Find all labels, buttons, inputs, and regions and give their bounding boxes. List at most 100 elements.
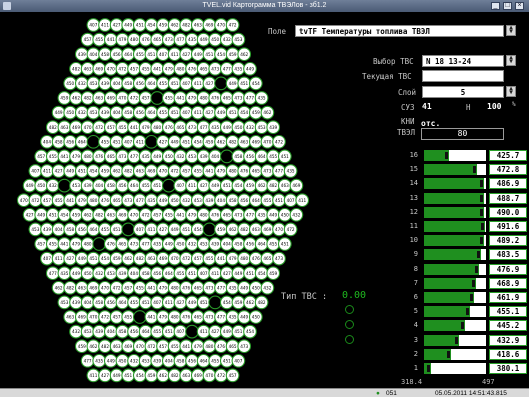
cell-label: 469 <box>252 139 260 144</box>
cell-label: 480 <box>176 66 184 71</box>
cell-label: 470 <box>159 169 167 174</box>
cell-label: 462 <box>124 256 132 261</box>
cell-label: 457 <box>37 154 45 159</box>
cell-label: 458 <box>101 52 109 57</box>
fuel-assembly-cartogram[interactable]: 407 411 427 449 451 454 459 462 482 463 469 470 4724… <box>0 12 330 392</box>
cell-label: 462 <box>72 96 80 101</box>
cell-label: 463 <box>84 66 92 71</box>
layer-value: 461.9 <box>489 292 527 303</box>
empty-cell[interactable] <box>92 237 107 251</box>
cell-label: 459 <box>269 271 277 276</box>
cell-label: 476 <box>107 242 115 247</box>
cell-label: 479 <box>194 344 202 349</box>
empty-cell[interactable] <box>121 222 136 237</box>
empty-cell[interactable] <box>214 76 228 91</box>
empty-cell[interactable] <box>219 149 234 164</box>
cell-label: 411 <box>194 110 202 115</box>
empty-cell[interactable] <box>185 324 199 339</box>
cell-label: 432 <box>223 37 231 42</box>
cell-label: 480 <box>89 198 97 203</box>
legend-marker-1 <box>345 305 354 314</box>
maximize-button[interactable]: □ <box>503 2 512 10</box>
cell-label: 469 <box>107 96 115 101</box>
cell-label: 449 <box>223 329 231 334</box>
cell-label: 451 <box>182 227 190 232</box>
cell-label: 455 <box>205 256 213 261</box>
cell-label: 450 <box>37 183 45 188</box>
cell-label: 456 <box>240 198 248 203</box>
empty-cell[interactable] <box>161 178 176 193</box>
cell-label: 465 <box>153 37 161 42</box>
cell-label: 453 <box>234 37 242 42</box>
layer-value: 489.2 <box>489 235 527 247</box>
empty-cell[interactable] <box>86 134 101 149</box>
empty-cell[interactable] <box>208 295 223 310</box>
kni-label: КНИ <box>401 117 415 126</box>
minimize-button[interactable]: _ <box>491 2 500 10</box>
cell-label: 459 <box>217 227 225 232</box>
cell-label: 456 <box>66 139 74 144</box>
cell-label: 451 <box>281 242 289 247</box>
layer-number: 16 <box>409 151 418 159</box>
cell-label: 453 <box>188 154 196 159</box>
empty-cell[interactable] <box>150 91 165 105</box>
cell-label: 480 <box>84 242 92 247</box>
layer-bar-marker <box>479 194 483 202</box>
cell-label: 454 <box>223 300 231 305</box>
cell-label: 404 <box>95 183 103 188</box>
cell-label: 439 <box>211 242 219 247</box>
empty-cell[interactable] <box>144 134 159 149</box>
field-select[interactable]: tvTF Температуры топлива ТВЭЛ <box>295 25 504 37</box>
cell-label: 480 <box>171 315 179 320</box>
cell-label: 482 <box>84 96 92 101</box>
cell-label: 411 <box>165 300 173 305</box>
cell-label: 455 <box>142 66 150 71</box>
cell-label: 453 <box>60 300 68 305</box>
cell-label: 469 <box>159 256 167 261</box>
empty-cell[interactable] <box>132 310 147 324</box>
cell-label: 435 <box>287 169 295 174</box>
cell-label: 451 <box>171 81 179 86</box>
cell-label: 449 <box>107 358 115 363</box>
empty-cell[interactable] <box>57 178 72 193</box>
cell-label: 455 <box>55 198 63 203</box>
layer-bar-marker <box>479 237 483 245</box>
tip-label: Тип ТВС : <box>281 292 328 302</box>
cell-label: 450 <box>252 285 260 290</box>
cell-label: 411 <box>171 52 179 57</box>
layer-spin-icon[interactable]: ▲ ▼ <box>506 86 516 97</box>
close-button[interactable]: × <box>515 2 524 10</box>
cell-label: 411 <box>194 81 202 86</box>
layer-input[interactable]: 5 <box>422 86 504 98</box>
cell-label: 451 <box>223 183 231 188</box>
cell-label: 459 <box>252 110 260 115</box>
cell-label: 462 <box>171 23 179 28</box>
cell-label: 407 <box>153 300 161 305</box>
cell-label: 456 <box>136 81 144 86</box>
selection-input[interactable]: N 18 13-24 <box>422 55 504 67</box>
cell-label: 427 <box>182 52 190 57</box>
cell-label: 479 <box>229 256 237 261</box>
cell-label: 457 <box>84 37 92 42</box>
field-spin-icon[interactable]: ▲ ▼ <box>506 25 516 36</box>
empty-cell[interactable] <box>202 222 217 237</box>
cell-label: 458 <box>142 271 150 276</box>
window-title: TVEL.vid Картограмма ТВЭЛов - зб1.2 <box>202 2 327 9</box>
cell-label: 451 <box>113 139 121 144</box>
layer-value: 488.7 <box>489 192 527 204</box>
cell-label: 427 <box>223 271 231 276</box>
cell-label: 477 <box>223 66 231 71</box>
cell-label: 432 <box>292 212 300 217</box>
cell-label: 464 <box>130 183 138 188</box>
cell-label: 479 <box>159 285 167 290</box>
cell-label: 482 <box>72 66 80 71</box>
cell-label: 459 <box>78 344 86 349</box>
h-value: 100 <box>487 102 502 111</box>
cell-label: 453 <box>84 329 92 334</box>
cell-label: 404 <box>211 154 219 159</box>
cell-label: 476 <box>165 125 173 130</box>
cell-label: 464 <box>252 198 260 203</box>
cell-label: 435 <box>188 37 196 42</box>
selection-spin-icon[interactable]: ▲ ▼ <box>506 55 516 66</box>
cell-label: 427 <box>211 329 219 334</box>
